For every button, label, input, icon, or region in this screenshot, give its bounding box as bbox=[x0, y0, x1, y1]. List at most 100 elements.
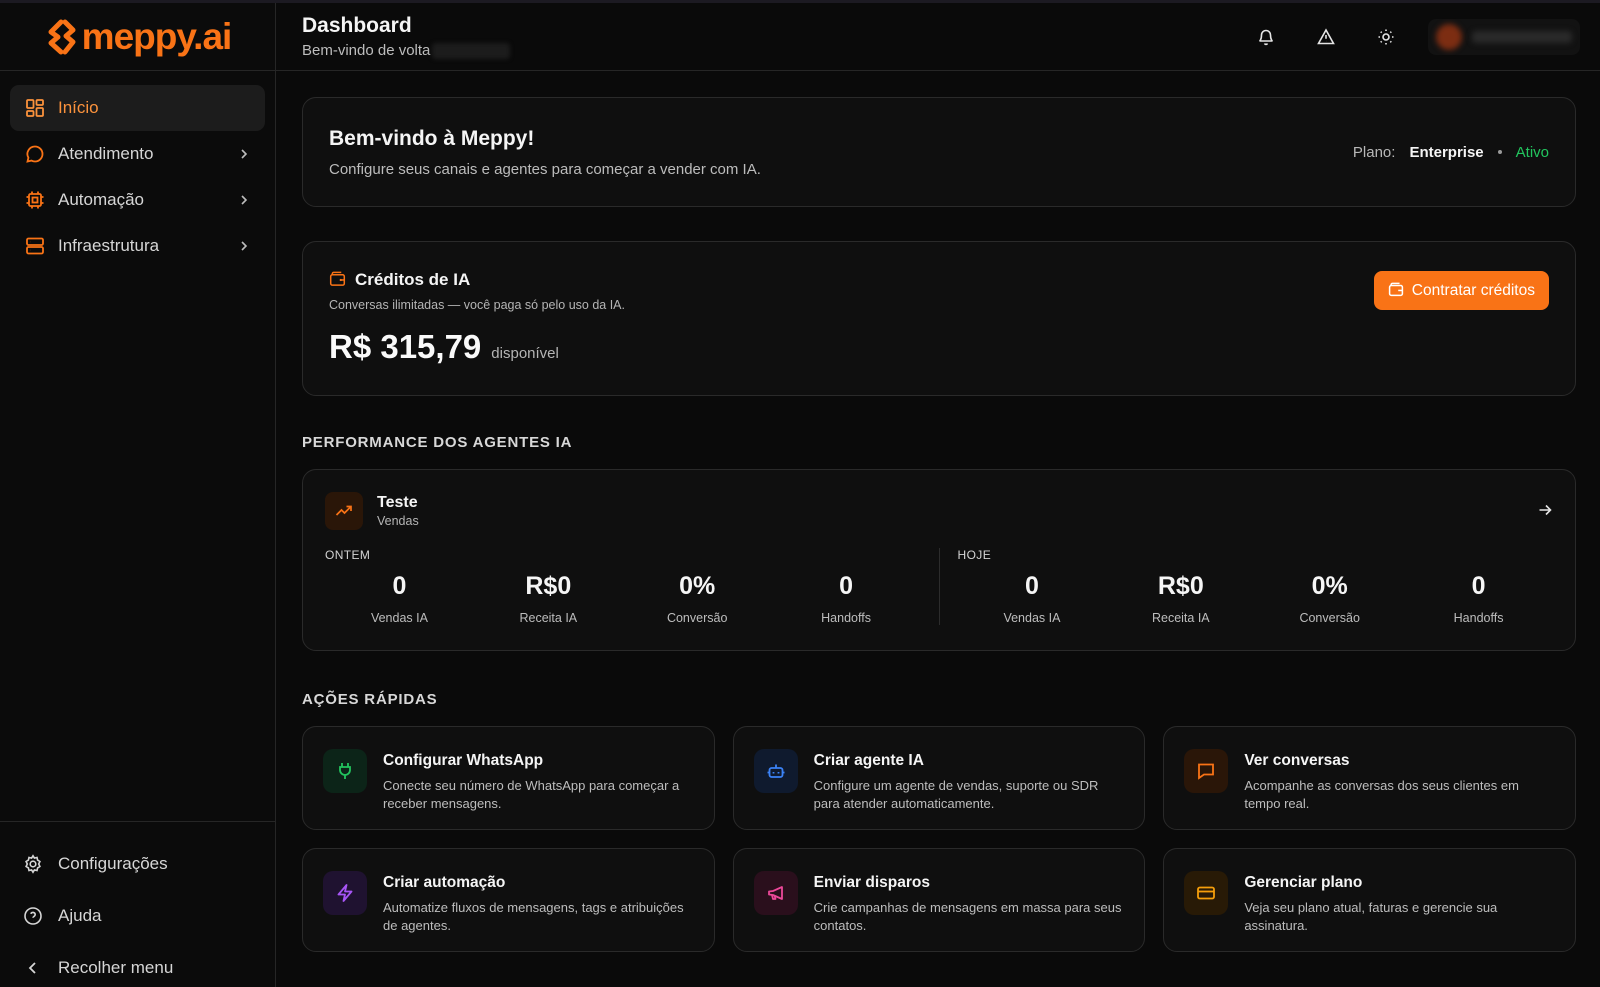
action-title: Criar automação bbox=[383, 874, 506, 891]
stat-value: 0 bbox=[1024, 572, 1039, 600]
agent-name: Teste bbox=[377, 494, 418, 511]
sidebar-item-label: Automação bbox=[58, 190, 144, 209]
settings-label: Configurações bbox=[58, 854, 168, 873]
sun-icon bbox=[1378, 29, 1394, 44]
bot-icon bbox=[753, 749, 798, 793]
stat-value: 0% bbox=[679, 572, 716, 600]
sidebar-item-inicio[interactable]: Início bbox=[10, 85, 265, 131]
action-create-ai-agent[interactable]: Criar agente IA Configure um agente de v… bbox=[732, 726, 1146, 830]
action-create-automation[interactable]: Criar automação Automatize fluxos de men… bbox=[302, 848, 715, 952]
alerts-button[interactable] bbox=[1306, 17, 1346, 57]
chevron-right-icon bbox=[237, 239, 251, 253]
chevron-left-icon bbox=[22, 957, 44, 979]
credits-title: Créditos de IA bbox=[355, 270, 471, 289]
wallet-icon bbox=[1388, 282, 1405, 299]
stat-value: R$0 bbox=[1157, 572, 1204, 600]
stat-label: Handoffs bbox=[1453, 611, 1504, 625]
performance-section-title: PERFORMANCE DOS AGENTES IA bbox=[302, 434, 573, 451]
stats-today: HOJE 0 Vendas IA R$0 Receita IA 0% Conversã… bbox=[938, 548, 1554, 625]
credits-description: Conversas ilimitadas — você paga só pelo… bbox=[329, 298, 625, 312]
stat-receita-ia: R$0 Receita IA bbox=[474, 572, 623, 625]
action-description: Conecte seu número de WhatsApp para come… bbox=[383, 778, 680, 811]
stat-conversao: 0% Conversão bbox=[1255, 572, 1404, 625]
wallet-icon bbox=[329, 271, 347, 289]
user-name-blurred bbox=[432, 42, 511, 59]
stat-label: Handoffs bbox=[821, 611, 871, 625]
sidebar-item-infraestrutura[interactable]: Infraestrutura bbox=[10, 223, 265, 269]
stat-handoffs: 0 Handoffs bbox=[1404, 572, 1553, 625]
action-title: Configurar WhatsApp bbox=[383, 752, 544, 769]
server-icon bbox=[24, 235, 46, 257]
plan-value: Enterprise bbox=[1409, 143, 1484, 161]
help-link[interactable]: Ajuda bbox=[12, 890, 263, 942]
credits-available-label: disponível bbox=[491, 345, 559, 362]
stats-today-label: HOJE bbox=[957, 548, 992, 562]
user-menu[interactable] bbox=[1428, 18, 1580, 55]
action-description: Configure um agente de vendas, suporte o… bbox=[813, 778, 1099, 811]
collapse-menu-label: Recolher menu bbox=[58, 958, 174, 977]
credit-card-icon bbox=[1184, 871, 1229, 915]
welcome-back-text: Bem-vindo de volta bbox=[302, 42, 431, 59]
welcome-title: Bem-vindo à Meppy! bbox=[329, 126, 535, 150]
plan-info: Plano: Enterprise Ativo bbox=[1353, 144, 1549, 161]
logo[interactable]: meppy.ai bbox=[0, 3, 275, 71]
avatar bbox=[1436, 23, 1462, 50]
chevron-right-icon bbox=[237, 193, 251, 207]
stat-label: Receita IA bbox=[1151, 611, 1210, 625]
welcome-card: Bem-vindo à Meppy! Configure seus canais… bbox=[302, 97, 1576, 207]
action-view-conversations[interactable]: Ver conversas Acompanhe as conversas dos… bbox=[1163, 726, 1576, 830]
chevron-right-icon bbox=[237, 147, 251, 161]
sidebar-item-atendimento[interactable]: Atendimento bbox=[10, 131, 265, 177]
cpu-icon bbox=[24, 189, 46, 211]
sidebar-footer: Configurações Ajuda Recolher menu bbox=[0, 821, 275, 987]
agent-performance-card[interactable]: Teste Vendas ONTEM 0 Vendas IA R$0 Receita… bbox=[302, 469, 1576, 651]
stat-value: R$0 bbox=[525, 572, 572, 600]
settings-link[interactable]: Configurações bbox=[12, 838, 263, 890]
stat-receita-ia: R$0 Receita IA bbox=[1106, 572, 1255, 625]
action-title: Enviar disparos bbox=[813, 874, 930, 891]
top-header: Dashboard Bem-vindo de volta bbox=[276, 3, 1600, 71]
quick-actions-grid: Configurar WhatsApp Conecte seu número d… bbox=[302, 726, 1576, 952]
action-description: Acompanhe as conversas dos seus clientes… bbox=[1244, 778, 1519, 811]
sidebar-item-label: Atendimento bbox=[58, 144, 154, 163]
meppy-logo-icon bbox=[48, 19, 76, 54]
buy-credits-button[interactable]: Contratar créditos bbox=[1373, 271, 1549, 310]
stats-yesterday-label: ONTEM bbox=[325, 548, 371, 562]
buy-credits-label: Contratar créditos bbox=[1411, 281, 1535, 299]
chat-bubble-icon bbox=[24, 143, 46, 165]
stat-vendas-ia: 0 Vendas IA bbox=[958, 572, 1107, 625]
message-square-icon bbox=[1184, 749, 1229, 793]
stat-value: 0% bbox=[1311, 572, 1348, 600]
main-content: Bem-vindo à Meppy! Configure seus canais… bbox=[302, 97, 1576, 952]
stat-value: 0 bbox=[839, 572, 854, 600]
stat-handoffs: 0 Handoffs bbox=[772, 572, 921, 625]
stats-yesterday: ONTEM 0 Vendas IA R$0 Receita IA 0% Convers… bbox=[325, 548, 939, 625]
plug-icon bbox=[323, 749, 367, 793]
credits-card: Créditos de IA Conversas ilimitadas — vo… bbox=[302, 241, 1576, 396]
arrow-right-icon[interactable] bbox=[1537, 502, 1555, 520]
warning-triangle-icon bbox=[1317, 27, 1335, 44]
sidebar-item-automacao[interactable]: Automação bbox=[10, 177, 265, 223]
action-configure-whatsapp[interactable]: Configurar WhatsApp Conecte seu número d… bbox=[302, 726, 715, 830]
welcome-description: Configure seus canais e agentes para com… bbox=[329, 160, 761, 178]
plan-label: Plano: bbox=[1352, 143, 1396, 161]
action-title: Gerenciar plano bbox=[1244, 874, 1363, 891]
separator-dot bbox=[1497, 150, 1502, 154]
sidebar-nav: Início Atendimento Automação Infraestrut… bbox=[0, 71, 275, 269]
sidebar-item-label: Início bbox=[58, 98, 99, 117]
theme-toggle-button[interactable] bbox=[1366, 17, 1406, 57]
stat-label: Receita IA bbox=[519, 611, 578, 625]
action-send-broadcasts[interactable]: Enviar disparos Crie campanhas de mensag… bbox=[732, 848, 1146, 952]
gear-icon bbox=[22, 853, 44, 875]
sidebar-item-label: Infraestrutura bbox=[58, 236, 160, 255]
stat-conversao: 0% Conversão bbox=[623, 572, 772, 625]
collapse-menu-button[interactable]: Recolher menu bbox=[12, 942, 263, 987]
help-circle-icon bbox=[22, 905, 44, 927]
stat-value: 0 bbox=[1471, 572, 1486, 600]
stat-label: Vendas IA bbox=[370, 611, 428, 625]
action-manage-plan[interactable]: Gerenciar plano Veja seu plano atual, fa… bbox=[1163, 848, 1576, 952]
bell-icon bbox=[1259, 29, 1273, 45]
quick-actions-section-title: AÇÕES RÁPIDAS bbox=[302, 691, 438, 708]
notifications-button[interactable] bbox=[1246, 17, 1286, 57]
action-title: Criar agente IA bbox=[813, 752, 924, 769]
